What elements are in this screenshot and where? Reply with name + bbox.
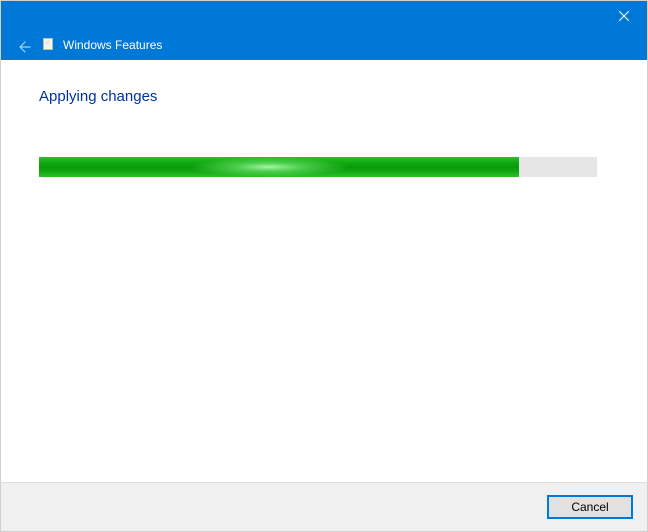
page-heading: Applying changes — [39, 88, 609, 105]
title-wrap: Windows Features — [41, 35, 162, 55]
progress-fill — [39, 157, 519, 177]
window-title: Windows Features — [63, 37, 162, 53]
title-bar: Windows Features — [1, 1, 647, 60]
back-arrow-icon — [15, 39, 31, 55]
content-area: Applying changes — [1, 60, 647, 482]
dialog-window: Windows Features Applying changes Cancel — [0, 0, 648, 532]
close-button[interactable] — [601, 1, 647, 31]
close-icon — [619, 11, 629, 21]
progress-bar — [39, 157, 597, 177]
windows-features-icon — [41, 37, 57, 53]
cancel-button[interactable]: Cancel — [547, 495, 633, 519]
footer-bar: Cancel — [1, 482, 647, 531]
back-button — [11, 35, 35, 59]
